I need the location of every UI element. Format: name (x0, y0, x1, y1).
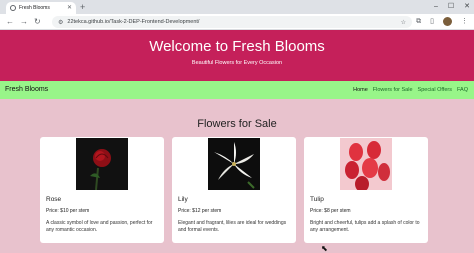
nav-link-home[interactable]: Home (353, 87, 368, 93)
product-card-rose: Rose Price: $10 per stem A classic symbo… (40, 137, 164, 243)
card-description: Elegant and fragrant, lilies are ideal f… (178, 220, 287, 233)
tab-favicon-icon (10, 5, 16, 11)
sidebar-icon[interactable]: ▯ (430, 16, 434, 28)
card-price: Price: $10 per stem (46, 208, 90, 214)
nav-link-special-offers[interactable]: Special Offers (418, 87, 452, 93)
card-name: Lily (178, 196, 188, 203)
nav-link-faq[interactable]: FAQ (457, 87, 468, 93)
product-card-lily: Lily Price: $12 per stem Elegant and fra… (172, 137, 296, 243)
menu-icon[interactable]: ⋮ (461, 16, 468, 28)
card-description: Bright and cheerful, tulips add a splash… (310, 220, 420, 233)
tab-title: Fresh Blooms (19, 5, 50, 11)
product-card-tulip: Tulip Price: $8 per stem Bright and chee… (304, 137, 428, 243)
browser-tab[interactable]: Fresh Blooms ✕ (6, 2, 76, 14)
window-close-icon[interactable]: ✕ (464, 1, 470, 12)
forward-icon[interactable]: → (20, 16, 28, 28)
section-title: Flowers for Sale (197, 118, 277, 130)
extensions-icon[interactable]: ⧉ (416, 16, 421, 28)
star-icon[interactable]: ☆ (401, 19, 406, 26)
card-description: A classic symbol of love and passion, pe… (46, 220, 153, 233)
minimize-icon[interactable]: – (434, 1, 438, 12)
close-icon[interactable]: ✕ (67, 5, 72, 11)
window-controls: – ☐ ✕ (434, 1, 470, 12)
back-icon[interactable]: ← (6, 16, 14, 28)
card-price: Price: $12 per stem (178, 208, 222, 214)
brand-link[interactable]: Fresh Blooms (5, 86, 48, 93)
url-text: 22tekca.github.io/Task-2-DEP-Frontend-De… (67, 19, 200, 25)
card-name: Rose (46, 196, 62, 203)
browser-toolbar: ← → ↻ ⚙ 22tekca.github.io/Task-2-DEP-Fro… (0, 14, 474, 30)
card-name: Tulip (310, 196, 324, 203)
site-info-icon[interactable]: ⚙ (58, 19, 63, 26)
nav-link-flowers-for-sale[interactable]: Flowers for Sale (373, 87, 413, 93)
rose-image (76, 138, 128, 190)
site-navbar: Fresh Blooms Home Flowers for Sale Speci… (0, 81, 474, 99)
address-bar[interactable]: ⚙ 22tekca.github.io/Task-2-DEP-Frontend-… (52, 16, 412, 28)
reload-icon[interactable]: ↻ (34, 16, 41, 28)
hero-banner: Welcome to Fresh Blooms Beautiful Flower… (0, 30, 474, 81)
hero-title: Welcome to Fresh Blooms (149, 38, 325, 55)
hero-subtitle: Beautiful Flowers for Every Occasion (191, 60, 283, 66)
tulip-image (340, 138, 392, 190)
lily-image (208, 138, 260, 190)
mouse-cursor-icon: ⬉ (321, 244, 328, 253)
browser-tab-strip: Fresh Blooms ✕ + – ☐ ✕ (0, 0, 474, 14)
maximize-icon[interactable]: ☐ (448, 1, 454, 12)
page-viewport: Welcome to Fresh Blooms Beautiful Flower… (0, 30, 474, 253)
new-tab-icon[interactable]: + (80, 2, 85, 12)
profile-avatar[interactable] (443, 17, 452, 26)
nav-links: Home Flowers for Sale Special Offers FAQ (353, 87, 468, 93)
toolbar-actions: ⧉ ▯ ⋮ (416, 16, 468, 28)
card-price: Price: $8 per stem (310, 208, 351, 214)
